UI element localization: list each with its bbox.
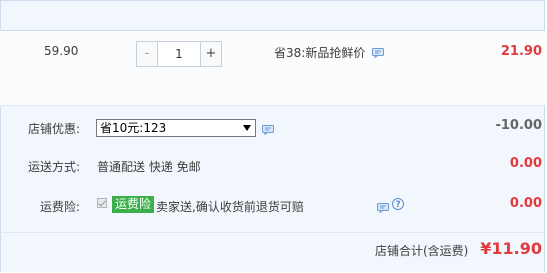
quantity-plus-button[interactable]: +: [200, 42, 221, 66]
item-unit-price: 59.90: [44, 44, 79, 58]
chat-bubble-icon[interactable]: [377, 200, 389, 214]
shipping-label: 运送方式:: [28, 160, 81, 174]
quantity-minus-button[interactable]: -: [137, 42, 158, 66]
question-circle-icon[interactable]: ?: [392, 198, 404, 210]
freight-insurance-description: 卖家送,确认收货前退货可赔: [156, 200, 304, 214]
freight-insurance-checkbox[interactable]: [97, 198, 107, 208]
freight-insurance-value: 0.00: [509, 196, 542, 211]
quantity-input[interactable]: [158, 42, 200, 66]
chat-bubble-icon[interactable]: [372, 45, 384, 59]
shipping-method: 普通配送 快递 免邮: [97, 160, 201, 174]
shop-discount-value: -10.00: [495, 118, 542, 133]
shop-total-value: ¥11.90: [480, 239, 542, 258]
shop-total-label: 店铺合计(含运费): [375, 244, 469, 258]
shop-discount-selected: 省10元:123: [100, 121, 167, 135]
shop-discount-label: 店铺优惠:: [28, 122, 81, 136]
freight-insurance-label: 运费险:: [40, 200, 81, 214]
order-item-row: [0, 30, 545, 106]
freight-insurance-tag: 运费险: [112, 196, 155, 213]
shipping-value: 0.00: [509, 156, 542, 171]
divider: [0, 30, 545, 31]
item-subtotal: 21.90: [500, 44, 542, 59]
chat-bubble-icon[interactable]: [262, 122, 274, 136]
quantity-stepper[interactable]: - +: [136, 41, 222, 67]
shop-discount-select[interactable]: 省10元:123: [96, 119, 256, 137]
promotion-text: 省38:新品抢鲜价: [274, 46, 366, 60]
chevron-down-icon: [243, 125, 251, 131]
